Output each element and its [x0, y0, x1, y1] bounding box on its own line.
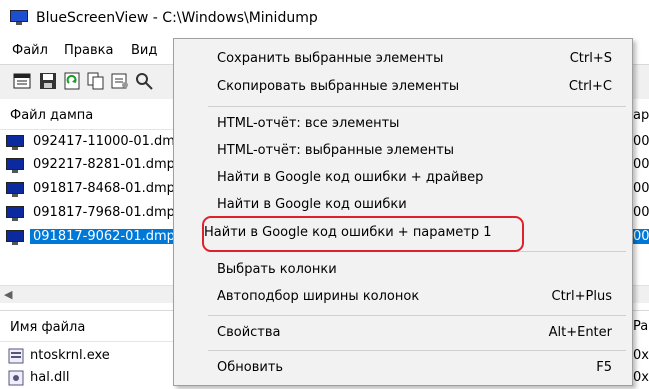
menu-separator [208, 350, 626, 351]
column-header-dump-file[interactable]: Файл дампа [0, 99, 173, 130]
context-menu: Сохранить выбранные элементы Ctrl+S Скоп… [173, 38, 633, 386]
column-header-fragment: ар [633, 108, 649, 123]
menu-item-auto-size-columns[interactable]: Автоподбор ширины колонок Ctrl+Plus [174, 284, 632, 309]
dump-row-label: 091817-7968-01.dmp [33, 205, 175, 220]
menu-separator [208, 106, 626, 107]
dump-file-icon [6, 158, 24, 173]
menu-item-google-error-driver[interactable]: Найти в Google код ошибки + драйвер [174, 165, 632, 190]
cell-fragment: 00 [633, 181, 649, 196]
highlight-annotation [202, 216, 524, 252]
menu-item-html-report-all[interactable]: HTML-отчёт: все элементы [174, 111, 632, 136]
menu-item-properties[interactable]: Свойства Alt+Enter [174, 320, 632, 345]
dump-file-icon [6, 135, 24, 150]
dump-row-label: 092217-8281-01.dmp [33, 157, 175, 172]
cell-fragment: 00 [633, 134, 649, 149]
module-row-label: hal.dll [30, 370, 70, 385]
save-icon[interactable] [38, 71, 58, 91]
dump-row-label: 091817-9062-01.dmp [29, 228, 179, 245]
title-bar: BlueScreenView - C:\Windows\Minidump [0, 0, 649, 38]
menu-item-save-selected[interactable]: Сохранить выбранные элементы Ctrl+S [174, 46, 632, 71]
cell-fragment: 0x [633, 370, 649, 385]
dump-row-label: 091817-8468-01.dmp [33, 181, 175, 196]
search-icon[interactable] [134, 71, 154, 91]
dump-file-icon [6, 230, 24, 245]
refresh-icon[interactable] [62, 71, 82, 91]
cell-fragment: 00 [633, 205, 649, 220]
dump-row-label: 092417-11000-01.dmp [33, 134, 184, 149]
exe-file-icon [8, 348, 24, 364]
menu-item-refresh[interactable]: Обновить F5 [174, 355, 632, 380]
dump-file-icon [6, 182, 24, 197]
menu-file[interactable]: Файл [12, 43, 48, 58]
menu-item-html-report-selected[interactable]: HTML-отчёт: выбранные элементы [174, 138, 632, 163]
menu-edit[interactable]: Правка [64, 43, 113, 58]
menu-item-copy-selected[interactable]: Скопировать выбранные элементы Ctrl+C [174, 74, 632, 99]
menu-item-google-error[interactable]: Найти в Google код ошибки [174, 192, 632, 217]
menu-item-choose-columns[interactable]: Выбрать колонки [174, 257, 632, 282]
menu-view[interactable]: Вид [131, 43, 157, 58]
menu-separator [208, 315, 626, 316]
dump-file-icon [6, 206, 24, 221]
properties-icon[interactable] [110, 71, 130, 91]
cell-fragment: 00 [633, 157, 649, 172]
scroll-left-arrow-icon[interactable]: ◀ [4, 288, 12, 301]
column-header-fragment: Pa [633, 319, 649, 334]
app-icon [10, 10, 28, 25]
column-header-file-name[interactable]: Имя файла [0, 311, 173, 342]
module-row-label: ntoskrnl.exe [30, 348, 110, 363]
window-title: BlueScreenView - C:\Windows\Minidump [36, 10, 318, 26]
cell-fragment-selected: 00 [633, 229, 649, 244]
cell-fragment: 0x [633, 348, 649, 363]
copy-icon[interactable] [86, 71, 106, 91]
options-icon[interactable] [12, 71, 32, 91]
